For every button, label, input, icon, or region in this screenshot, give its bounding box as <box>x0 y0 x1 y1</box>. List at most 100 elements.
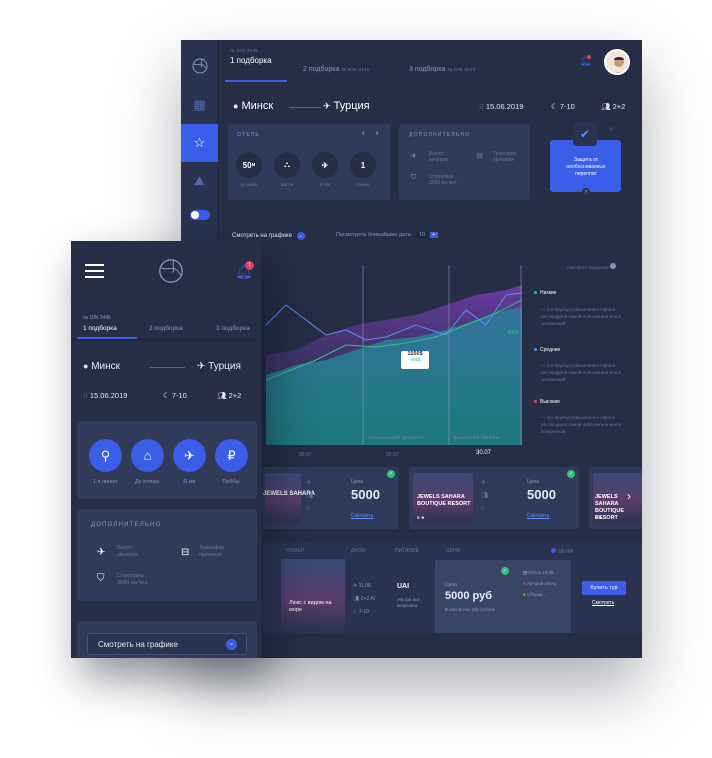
legend-dot <box>534 400 537 404</box>
hotel-features: ✈ 👥︎ ☾ <box>481 480 489 512</box>
feature-label: Я км <box>183 479 195 485</box>
menu-dot <box>551 548 556 553</box>
nearest-label: Посмотреть ближайшие даты <box>336 232 412 238</box>
price-label: Цена <box>527 479 540 485</box>
legend-desc: — это период повышенного спроса на поезд… <box>541 415 621 434</box>
dashboard-icon[interactable]: ▦ <box>181 86 218 124</box>
route-people[interactable]: 👥︎ 2+2 <box>217 391 241 400</box>
route-nights[interactable]: ☾ 7-10 <box>163 391 187 400</box>
tab-label: 2 подборка <box>303 66 340 73</box>
line-circle[interactable]: 1 <box>350 152 376 178</box>
next-arrow-icon[interactable]: › <box>627 489 631 503</box>
protection-badge[interactable]: Защита от необоснованных переплат <box>550 140 621 192</box>
tab-selection-2[interactable]: 2 подборка <box>149 325 183 332</box>
hotel-thumbnail <box>265 473 301 523</box>
plane-icon: ✈ <box>197 361 206 372</box>
extra-item-label: Трансфер премиум <box>493 151 517 163</box>
tab-selection-3[interactable]: 3 подборка № DIN 3445 <box>409 66 475 73</box>
room-name: Люкс с видом на море <box>289 600 332 613</box>
view-link[interactable]: Смотреть <box>592 600 614 606</box>
schedule-link[interactable]: Смотреть на графике ⌄ <box>232 232 305 240</box>
schedule-select[interactable]: Смотреть на графике ⌄ <box>87 633 247 655</box>
chart-date-active[interactable]: 30.07 <box>476 450 491 456</box>
legend-title: Средние <box>540 347 561 353</box>
nearest-dates-link[interactable]: Посмотреть ближайшие даты 10 + <box>336 232 438 238</box>
airport-circle[interactable]: ✈ <box>312 152 338 178</box>
info-icon[interactable]: ? <box>609 128 612 134</box>
route-to: ✈ Турция <box>323 100 370 112</box>
route-nights[interactable]: ☾ 7-10 <box>551 102 575 111</box>
price-value: 5000 <box>351 487 380 502</box>
tab-sub: № DIN 3445 <box>83 315 111 321</box>
currency-icon[interactable]: ₽ <box>215 439 248 472</box>
hotel-result-card[interactable]: JEWELS SAHARA BOUTIQUE RESORT 5 ★ ✈ 👥︎ ☾ Ц… <box>409 467 579 529</box>
route-date[interactable]: ⁝⁝ 15.06.2019 <box>479 102 523 111</box>
price-value: 5000 руб <box>445 590 493 602</box>
route-from: ● Минск <box>233 100 273 112</box>
next-arrow-icon[interactable]: › <box>376 130 378 137</box>
results-table: НОМЕР ДАТЫ ПИТАНИЕ ЦЕНА МЕНЯ Люкс с видо… <box>261 543 642 633</box>
buy-tour-button[interactable]: Купить тур <box>582 581 626 595</box>
room-photo <box>281 559 345 633</box>
check-icon: ✓ <box>501 567 509 575</box>
legend-mid: Средние <box>534 347 560 353</box>
extra-options-card: ДОПОЛНИТЕЛЬНО ✈ Вылет вечером ⊟ Трансфер… <box>399 124 530 200</box>
route-people[interactable]: 👥︎ 2+2 <box>601 102 625 111</box>
chart-tooltip[interactable]: 1550$ -400$ <box>401 351 429 369</box>
expand-icon[interactable]: › <box>582 188 590 196</box>
moon-icon: ☾ <box>163 391 170 400</box>
card-caption: ОТЕЛЬ <box>237 132 260 138</box>
tours-icon[interactable]: ⛰ <box>181 162 218 200</box>
table-header: МЕНЯ <box>558 549 573 555</box>
active-tab-underline <box>225 80 287 82</box>
feature-label: 1 я линия <box>92 479 118 485</box>
beach-chair-icon[interactable]: ⌂ <box>131 439 164 472</box>
hotel-result-card[interactable]: JEWELS SAHARA BOUTIQUE RESORT 5 ★ › <box>589 467 642 529</box>
chart-date: 25.07 <box>386 452 399 458</box>
clock-icon: ◷ <box>523 570 527 575</box>
legend-title: Высокие <box>540 399 561 405</box>
divider <box>71 339 261 340</box>
tab-sub: № DIN 3445 <box>341 67 370 72</box>
option-label: Лучший отель <box>526 581 557 586</box>
favorites-star-icon[interactable]: ☆ <box>181 124 218 162</box>
pool-circle[interactable]: ⛬ <box>274 152 300 178</box>
protection-text: Защита от необоснованных переплат <box>566 157 606 177</box>
schedule-card: Смотреть на графике ⌄ <box>77 621 257 658</box>
tab-selection-1[interactable]: № DIN 3445 1 подборка <box>230 48 272 65</box>
tab-selection-3[interactable]: 3 подборка <box>216 325 250 332</box>
tab-selection-1[interactable]: 1 подборка <box>83 325 117 332</box>
extra-item-label: Вылет вечером <box>429 151 449 163</box>
plane-icon[interactable]: ✈ <box>173 439 206 472</box>
avatar[interactable] <box>604 49 630 75</box>
beach-feet-icon[interactable]: ⚲ <box>89 439 122 472</box>
plus-icon[interactable]: + <box>429 232 438 238</box>
meal-desc: Ультра все включено <box>397 597 420 608</box>
circle-value: 50 <box>242 160 252 170</box>
chart-hint[interactable]: Смотреть подсказку <box>567 263 617 270</box>
shield-check-icon: ✔ <box>573 122 597 146</box>
view-link[interactable]: Смотреть <box>527 513 549 519</box>
hint-label: Смотреть подсказку <box>567 265 609 270</box>
sea-distance-circle[interactable]: 50 м <box>236 152 262 178</box>
prev-arrow-icon[interactable]: ‹ <box>362 130 364 137</box>
route-date[interactable]: ⁝⁝ 15.06.2019 <box>83 391 127 400</box>
mobile-window: 🔔︎ 1 № DIN 3445 1 подборка 2 подборка 3 … <box>71 241 261 658</box>
legend-title: Низкие <box>540 290 557 296</box>
location-pin-icon: ● <box>83 361 89 371</box>
view-link[interactable]: Смотреть <box>351 513 373 519</box>
menu-hamburger-icon[interactable] <box>85 264 104 278</box>
theme-toggle[interactable] <box>190 210 210 220</box>
chevron-down-icon: ⌄ <box>296 232 305 240</box>
tab-selection-2[interactable]: 2 подборка № DIN 3445 <box>303 66 369 73</box>
route-line <box>289 107 321 108</box>
features-card: ⚲ ⌂ ✈ ₽ 1 я линия До пляжа Я км Поббы <box>77 421 257 499</box>
chart-section-label: начальный доступ <box>368 435 424 440</box>
bus-icon: ⊟ <box>181 547 190 558</box>
tag-icon: ● <box>523 592 526 597</box>
circle-label: 5 KM <box>319 182 331 187</box>
hotel-result-card[interactable]: JEWELS SAHARA ✈ 👥︎ ☾ Цена 5000 Смотреть ✓ <box>261 467 399 529</box>
date-label: 15.06.2019 <box>89 391 128 400</box>
hotel-name: JEWELS SAHARA BOUTIQUE RESORT <box>417 494 471 507</box>
circle-label: до моря <box>240 182 258 187</box>
